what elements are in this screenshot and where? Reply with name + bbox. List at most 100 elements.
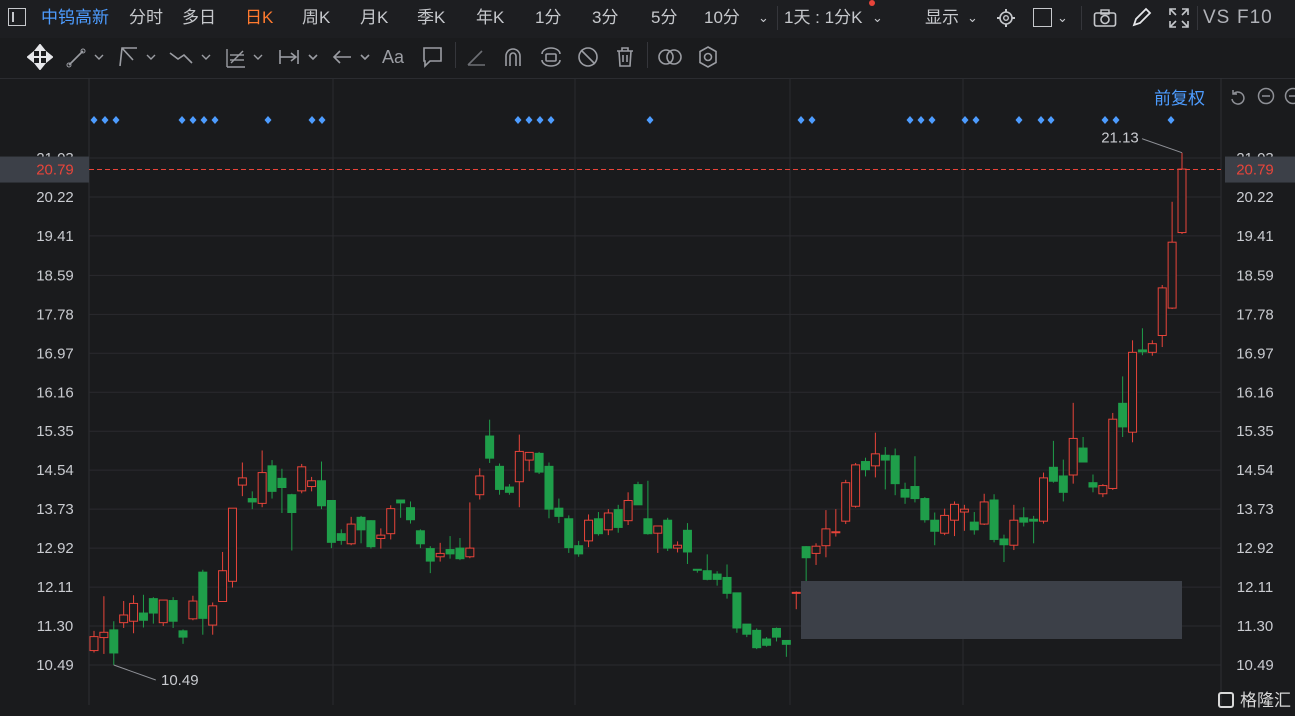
candle-body (168, 600, 178, 622)
candle-body (593, 518, 603, 535)
move-crosshair-icon[interactable] (27, 44, 53, 70)
trash-icon[interactable] (614, 44, 636, 70)
layout-chevron-icon[interactable]: ⌄ (1057, 0, 1068, 36)
fullscreen-icon[interactable] (1168, 7, 1190, 29)
tab-7[interactable]: 1分 (535, 0, 561, 36)
adjust-mode-button[interactable]: 前复权 (1154, 84, 1205, 109)
pencil-icon[interactable] (1130, 7, 1152, 29)
text-tool-icon[interactable]: Aa (382, 44, 404, 70)
candle-body (920, 498, 930, 521)
event-marker-icon[interactable] (917, 116, 925, 124)
y-tick-label-left: 10.49 (36, 657, 74, 674)
event-marker-icon[interactable] (200, 116, 208, 124)
tab-3[interactable]: 周K (302, 0, 330, 36)
event-marker-icon[interactable] (1167, 116, 1175, 124)
event-marker-icon[interactable] (525, 116, 533, 124)
display-menu[interactable]: 显示 (925, 0, 959, 36)
event-marker-icon[interactable] (112, 116, 120, 124)
event-marker-icon[interactable] (264, 116, 272, 124)
candle-body (870, 453, 880, 467)
event-marker-icon[interactable] (547, 116, 555, 124)
arrow-tool-icon[interactable] (331, 44, 373, 70)
line-tool-icon[interactable] (65, 44, 107, 70)
event-marker-icon[interactable] (1112, 116, 1120, 124)
candle-body (425, 548, 435, 562)
y-tick-label-right: 14.54 (1236, 462, 1274, 479)
y-tick-label-left: 16.16 (36, 384, 74, 401)
sidebar-toggle-icon[interactable] (8, 8, 26, 26)
event-marker-icon[interactable] (1037, 116, 1045, 124)
tab-0[interactable]: 分时 (129, 0, 163, 36)
y-tick-label-right: 18.59 (1236, 267, 1274, 284)
event-marker-icon[interactable] (101, 116, 109, 124)
candle-body (930, 519, 940, 532)
display-chevron-icon[interactable]: ⌄ (967, 0, 978, 36)
candle-body (752, 629, 762, 649)
tab-5[interactable]: 季K (417, 0, 445, 36)
camera-icon[interactable] (1093, 8, 1117, 28)
event-marker-icon[interactable] (308, 116, 316, 124)
hide-drawings-icon[interactable] (576, 44, 600, 70)
candle-body (198, 571, 208, 619)
magnet-icon[interactable] (501, 44, 525, 70)
tab-1[interactable]: 多日 (182, 0, 216, 36)
candle-body (811, 545, 821, 554)
toolbar-settings-icon[interactable] (696, 44, 720, 70)
event-marker-icon[interactable] (906, 116, 914, 124)
more-periods-chevron-icon[interactable]: ⌄ (758, 0, 769, 36)
y-tick-label-left: 11.30 (37, 618, 73, 635)
candle-body (336, 533, 346, 541)
event-marker-icon[interactable] (972, 116, 980, 124)
undo-icon[interactable] (1228, 87, 1246, 105)
event-marker-icon[interactable] (646, 116, 654, 124)
comment-tool-icon[interactable] (421, 44, 445, 70)
event-marker-icon[interactable] (514, 116, 522, 124)
zoom-out-icon[interactable] (1257, 87, 1275, 105)
tab-10[interactable]: 10分 (704, 0, 740, 36)
candle-body (455, 547, 465, 560)
event-marker-icon[interactable] (961, 116, 969, 124)
event-marker-icon[interactable] (808, 116, 816, 124)
event-marker-icon[interactable] (178, 116, 186, 124)
f10-button[interactable]: F10 (1237, 0, 1273, 36)
tab-9[interactable]: 5分 (651, 0, 677, 36)
compare-icon[interactable] (656, 44, 684, 70)
candle-body (475, 475, 485, 496)
y-tick-label-left: 16.97 (36, 345, 74, 362)
event-marker-icon[interactable] (90, 116, 98, 124)
y-tick-label-left: 15.35 (36, 423, 74, 440)
tab-6[interactable]: 年K (476, 0, 504, 36)
zoom-in-icon[interactable] (1284, 87, 1295, 105)
event-marker-icon[interactable] (1047, 116, 1055, 124)
candle-body (1108, 418, 1118, 489)
y-tick-label-left: 12.11 (37, 579, 73, 596)
tab-8[interactable]: 3分 (592, 0, 618, 36)
lock-tool-icon[interactable] (538, 44, 564, 70)
candle-body (831, 531, 841, 534)
stock-name[interactable]: 中钨高新 (41, 0, 109, 36)
candle-body (346, 523, 356, 545)
measure-tool-icon[interactable] (277, 44, 321, 70)
fibonacci-tool-icon[interactable] (224, 44, 266, 70)
channel-tool-icon[interactable] (117, 44, 159, 70)
event-marker-icon[interactable] (797, 116, 805, 124)
candle-body (485, 435, 495, 459)
event-marker-icon[interactable] (211, 116, 219, 124)
event-marker-icon[interactable] (189, 116, 197, 124)
candle-body (781, 639, 791, 645)
tab-2[interactable]: 日K (245, 0, 273, 36)
settings-gear-icon[interactable] (996, 8, 1016, 28)
event-marker-icon[interactable] (318, 116, 326, 124)
wave-tool-icon[interactable] (168, 44, 214, 70)
layout-square-icon[interactable] (1033, 8, 1052, 27)
period-select[interactable]: 1天 : 1分K (784, 0, 862, 36)
event-marker-icon[interactable] (928, 116, 936, 124)
tab-4[interactable]: 月K (360, 0, 388, 36)
event-marker-icon[interactable] (1015, 116, 1023, 124)
angle-tool-icon[interactable] (465, 44, 487, 70)
event-marker-icon[interactable] (536, 116, 544, 124)
event-marker-icon[interactable] (1101, 116, 1109, 124)
vs-button[interactable]: VS (1203, 0, 1230, 36)
y-tick-label-right: 21.03 (1236, 150, 1274, 167)
candle-body (366, 520, 376, 548)
